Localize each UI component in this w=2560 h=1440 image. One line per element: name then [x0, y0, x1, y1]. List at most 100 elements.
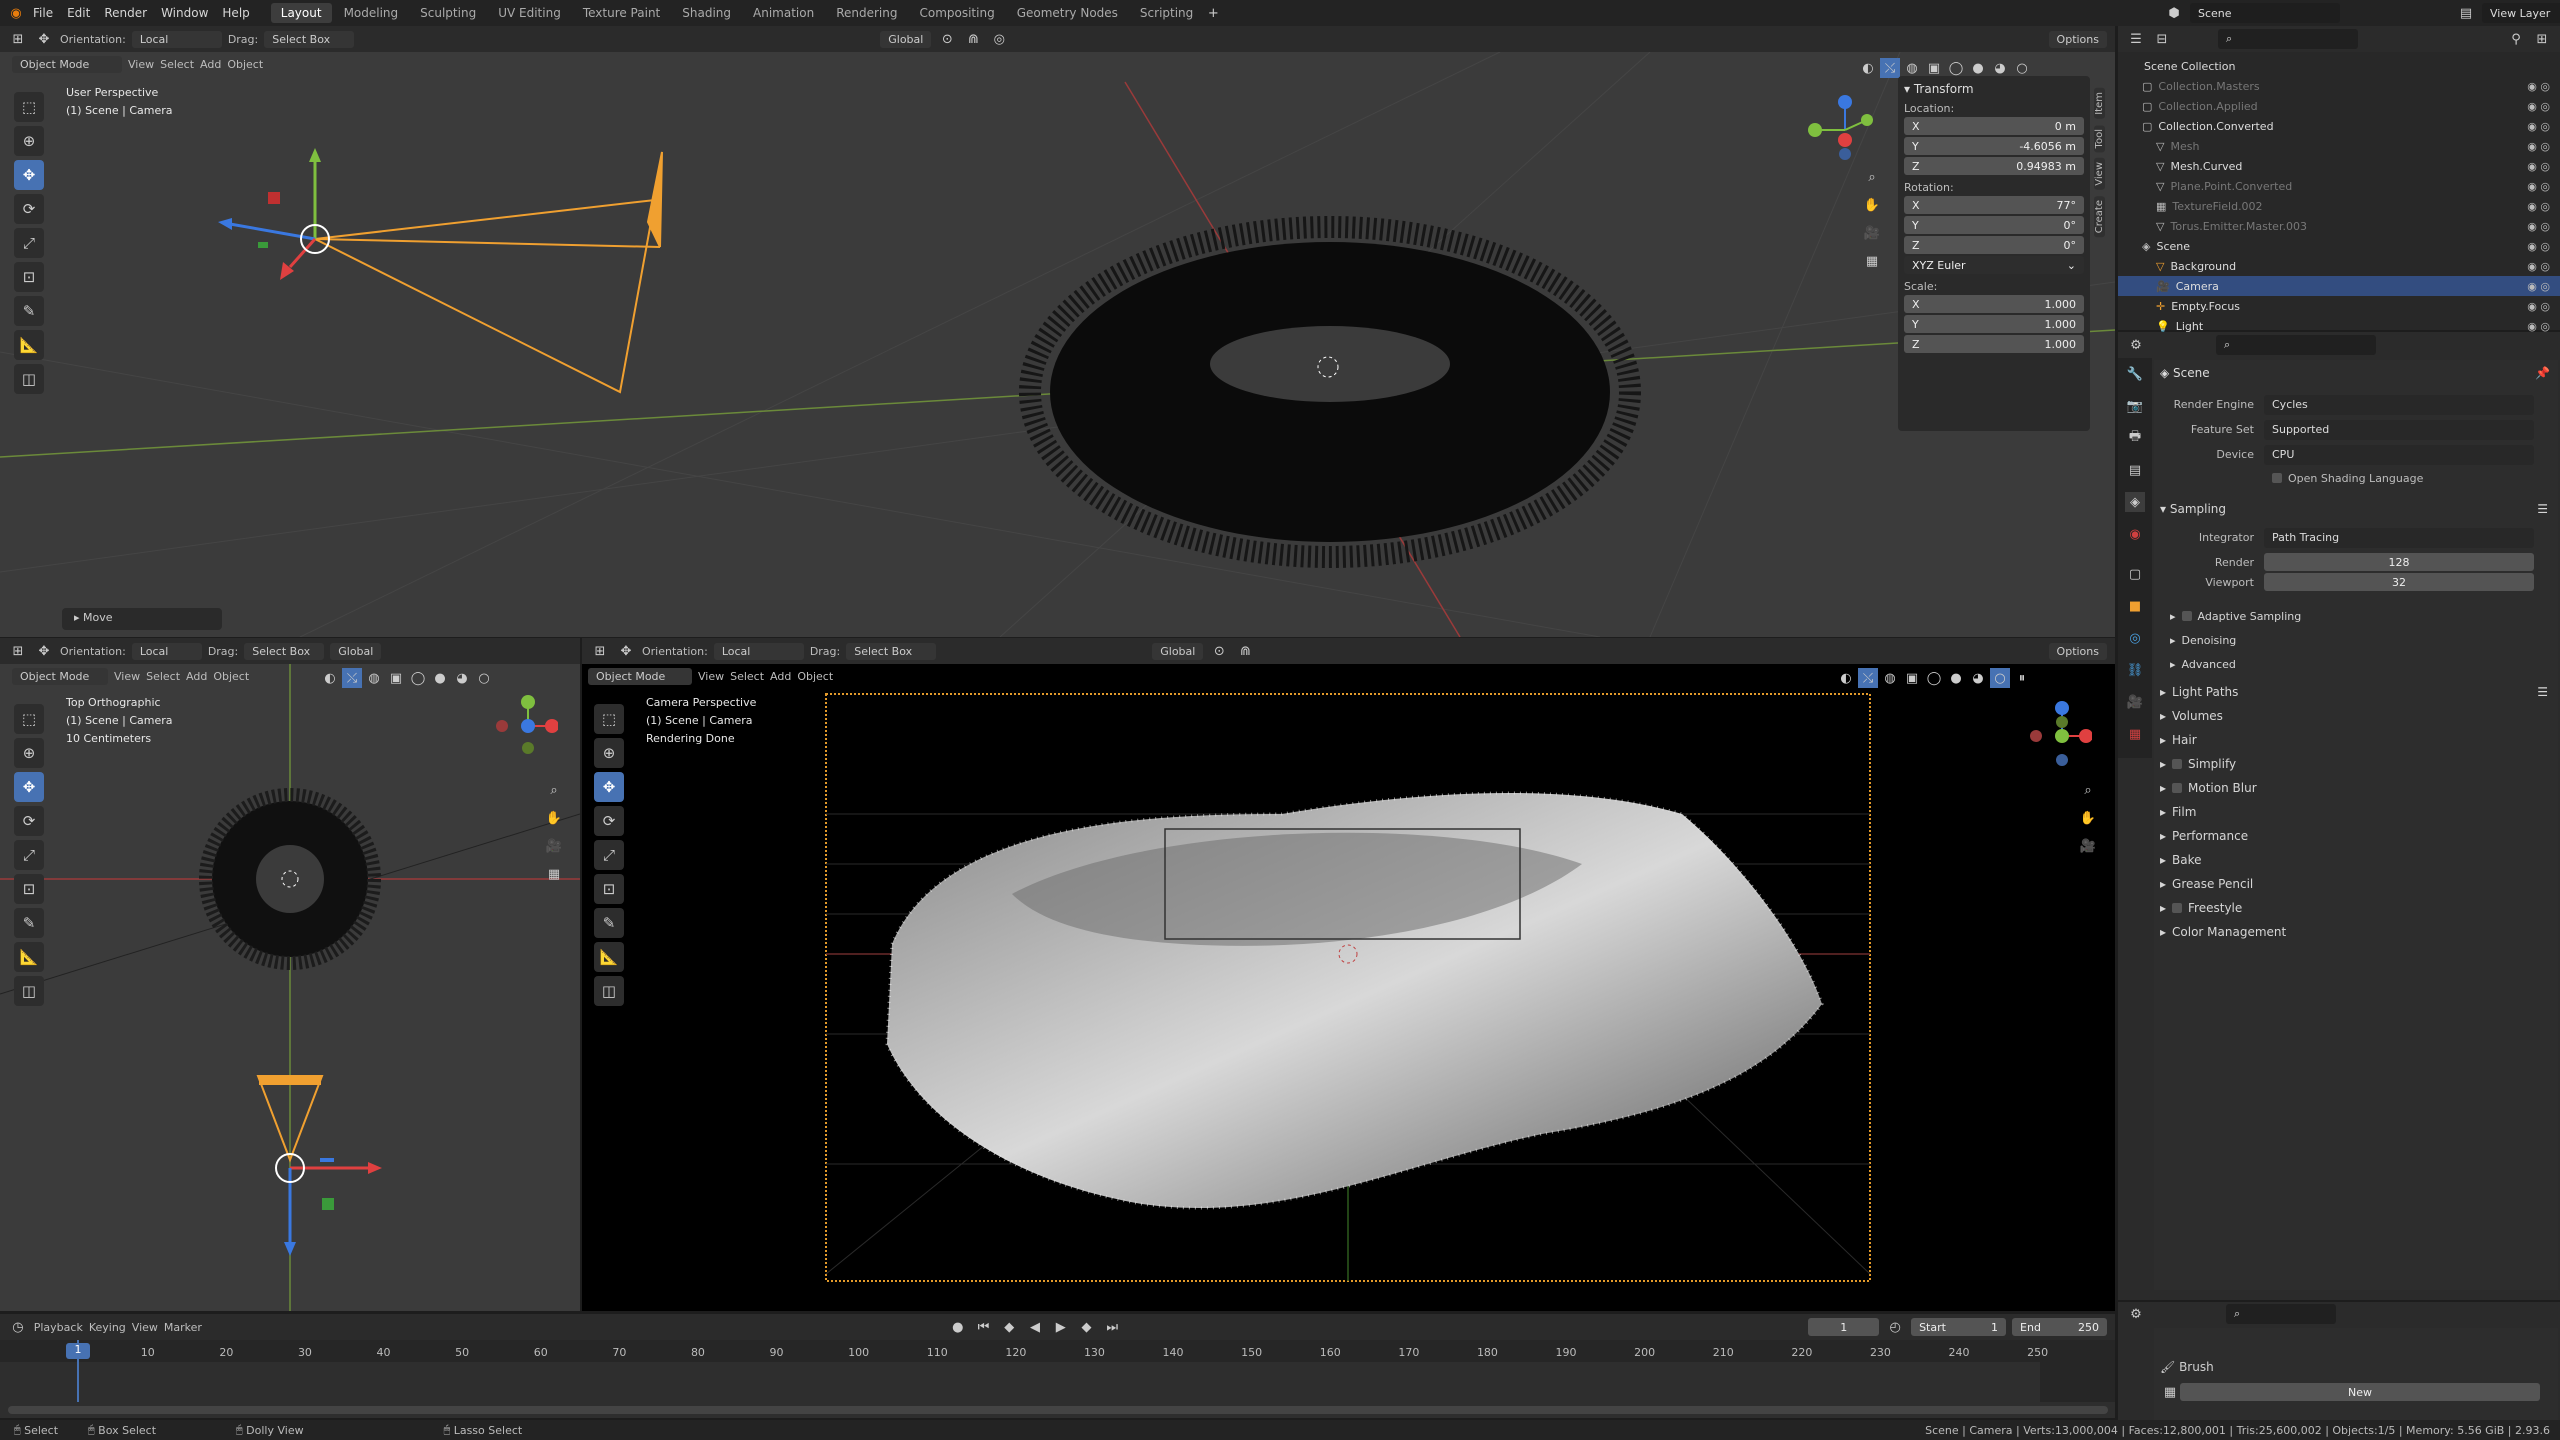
- br-move-tool-icon[interactable]: ✥: [594, 772, 624, 802]
- last-operator-panel[interactable]: ▸ Move: [62, 608, 222, 630]
- bl-solid-icon[interactable]: ●: [430, 668, 450, 688]
- object-menu[interactable]: Object: [227, 58, 263, 71]
- timeline-editor-icon[interactable]: ◷: [8, 1317, 28, 1337]
- orientation-dropdown-bl[interactable]: Local: [131, 642, 202, 660]
- outliner-row[interactable]: ▦ TextureField.002 ◉ ◎: [2118, 196, 2560, 216]
- integrator-dropdown[interactable]: Path Tracing: [2264, 527, 2534, 548]
- outliner-row[interactable]: ▢ Collection.Applied ◉ ◎: [2118, 96, 2560, 116]
- view-layer-selector[interactable]: View Layer: [2482, 3, 2560, 23]
- outliner-row[interactable]: ▢ Collection.Converted ◉ ◎: [2118, 116, 2560, 136]
- transform-orientation-dropdown-br[interactable]: Global: [1152, 642, 1204, 660]
- object-menu-bl[interactable]: Object: [213, 670, 249, 683]
- visibility-eye-icon[interactable]: ◉ ◎: [2527, 120, 2550, 133]
- editor-type-icon-bl[interactable]: ⊞: [8, 641, 28, 661]
- new-collection-icon[interactable]: ⊞: [2532, 29, 2552, 49]
- scene-collection-row[interactable]: Scene Collection: [2118, 56, 2560, 76]
- play-icon[interactable]: ▶: [1051, 1317, 1071, 1337]
- visibility-eye-icon[interactable]: ◉ ◎: [2527, 220, 2550, 233]
- visibility-eye-icon[interactable]: ◉ ◎: [2527, 240, 2550, 253]
- outliner-row[interactable]: ▢ Collection.Masters ◉ ◎: [2118, 76, 2560, 96]
- object-mode-dropdown-br[interactable]: Object Mode: [588, 668, 692, 685]
- br-transform-tool-icon[interactable]: ⊡: [594, 874, 624, 904]
- br-visibility-icon[interactable]: ◐: [1836, 668, 1856, 688]
- panel-checkbox[interactable]: [2172, 783, 2183, 793]
- panel-motion-blur[interactable]: ▸ Motion Blur: [2154, 776, 2558, 800]
- transform-orientation-dropdown-bl[interactable]: Global: [330, 642, 382, 660]
- panel-grease-pencil[interactable]: ▸ Grease Pencil: [2154, 872, 2558, 896]
- preview-range-icon[interactable]: ◴: [1885, 1317, 1905, 1337]
- outliner-row[interactable]: ▽ Torus.Emitter.Master.003 ◉ ◎: [2118, 216, 2560, 236]
- workspace-tab-layout[interactable]: Layout: [270, 3, 332, 23]
- br-zoom-icon[interactable]: ⌕: [2078, 780, 2098, 800]
- proportional-edit-icon[interactable]: ◎: [989, 29, 1009, 49]
- move-tool-icon[interactable]: ✥: [14, 160, 44, 190]
- bl-material-icon[interactable]: ◕: [452, 668, 472, 688]
- options-dropdown-br[interactable]: Options: [2048, 642, 2107, 660]
- sidebar-tab-create[interactable]: Create: [2094, 195, 2105, 238]
- overlay-toggle-icon[interactable]: ◍: [1902, 58, 1922, 78]
- camera-viewport[interactable]: Object Mode View Select Add Object Camer…: [582, 664, 2115, 1311]
- adaptive-sampling-checkbox[interactable]: [2181, 611, 2192, 621]
- display-mode-icon[interactable]: ⊟: [2152, 29, 2172, 49]
- bl-ortho-icon[interactable]: ▦: [544, 864, 564, 884]
- subpanel-denoising[interactable]: ▸ Denoising: [2154, 628, 2558, 652]
- scene-selector[interactable]: Scene: [2190, 3, 2340, 23]
- bl-pan-icon[interactable]: ✋: [544, 808, 564, 828]
- bl-transform-tool-icon[interactable]: ⊡: [14, 874, 44, 904]
- rot-field-y[interactable]: Y 0°: [1904, 216, 2084, 234]
- timeline-area[interactable]: 10 20 30 40 50 60 70 80 90 100 110 120 130 140 150 160 1…: [0, 1340, 2115, 1418]
- subpanel-adaptive-sampling[interactable]: ▸ Adaptive Sampling: [2154, 604, 2558, 628]
- wireframe-shading-icon[interactable]: ◯: [1946, 58, 1966, 78]
- world-tab-icon[interactable]: ◉: [2125, 524, 2145, 544]
- outliner-row[interactable]: ◈ Scene ◉ ◎: [2118, 236, 2560, 256]
- panel-light-paths[interactable]: ▸ Light Paths ☰: [2154, 680, 2558, 704]
- marker-menu[interactable]: Marker: [164, 1321, 202, 1334]
- add-cube-tool-icon[interactable]: ◫: [14, 364, 44, 394]
- visibility-eye-icon[interactable]: ◉ ◎: [2527, 280, 2550, 293]
- brush-editor-icon[interactable]: ⚙: [2126, 1304, 2146, 1324]
- sidebar-tab-tool[interactable]: Tool: [2094, 124, 2105, 153]
- sampling-panel-header[interactable]: ▾ Sampling ☰: [2154, 497, 2558, 521]
- transform-tool-icon[interactable]: ⊡: [14, 262, 44, 292]
- br-overlay-icon[interactable]: ◍: [1880, 668, 1900, 688]
- add-workspace-icon[interactable]: +: [1203, 3, 1223, 23]
- panel-checkbox[interactable]: [2172, 903, 2183, 913]
- bl-add-cube-tool-icon[interactable]: ◫: [14, 976, 44, 1006]
- bottom-left-viewport[interactable]: Object Mode View Select Add Object Top O…: [0, 664, 580, 1311]
- br-pivot-icon[interactable]: ⊙: [1209, 641, 1229, 661]
- br-rendered-icon[interactable]: ○: [1990, 668, 2010, 688]
- subpanel-advanced[interactable]: ▸ Advanced: [2154, 652, 2558, 676]
- end-frame-field[interactable]: End 250: [2012, 1318, 2107, 1336]
- timeline-scrollbar[interactable]: [8, 1406, 2108, 1414]
- menu-help[interactable]: Help: [215, 6, 256, 20]
- brush-search[interactable]: ⌕: [2226, 1304, 2336, 1324]
- bl-gizmo-icon[interactable]: ⤯: [342, 668, 362, 688]
- visibility-eye-icon[interactable]: ◉ ◎: [2527, 100, 2550, 113]
- workspace-tab-geometry-nodes[interactable]: Geometry Nodes: [1007, 3, 1128, 23]
- visibility-eye-icon[interactable]: ◉ ◎: [2527, 320, 2550, 333]
- visibility-eye-icon[interactable]: ◉ ◎: [2527, 180, 2550, 193]
- bl-visibility-icon[interactable]: ◐: [320, 668, 340, 688]
- view-layer-icon[interactable]: ▤: [2456, 3, 2476, 23]
- workspace-tab-scripting[interactable]: Scripting: [1130, 3, 1203, 23]
- properties-editor-icon[interactable]: ⚙: [2126, 335, 2146, 355]
- panel-volumes[interactable]: ▸ Volumes: [2154, 704, 2558, 728]
- rotation-mode-dropdown[interactable]: XYZ Euler ⌄: [1904, 256, 2084, 274]
- sidebar-tab-item[interactable]: Item: [2094, 88, 2105, 119]
- br-snap-icon[interactable]: ⋒: [1235, 641, 1255, 661]
- physics-tab-icon[interactable]: ◎: [2125, 628, 2145, 648]
- workspace-tab-texture-paint[interactable]: Texture Paint: [573, 3, 670, 23]
- br-select-tool-icon[interactable]: ⬚: [594, 704, 624, 734]
- record-icon[interactable]: ●: [948, 1317, 968, 1337]
- br-gizmo-icon[interactable]: ⤯: [1858, 668, 1878, 688]
- brush-datablock-icon[interactable]: ▦: [2160, 1382, 2180, 1402]
- next-keyframe-icon[interactable]: ◆: [1077, 1317, 1097, 1337]
- outliner-row[interactable]: ▽ Plane.Point.Converted ◉ ◎: [2118, 176, 2560, 196]
- panel-performance[interactable]: ▸ Performance: [2154, 824, 2558, 848]
- br-xray-icon[interactable]: ▣: [1902, 668, 1922, 688]
- collection-tab-icon[interactable]: ▢: [2125, 564, 2145, 584]
- bl-wire-icon[interactable]: ◯: [408, 668, 428, 688]
- options-dropdown[interactable]: Options: [2048, 30, 2107, 48]
- visibility-eye-icon[interactable]: ◉ ◎: [2527, 140, 2550, 153]
- pin-icon[interactable]: 📌: [2535, 366, 2550, 380]
